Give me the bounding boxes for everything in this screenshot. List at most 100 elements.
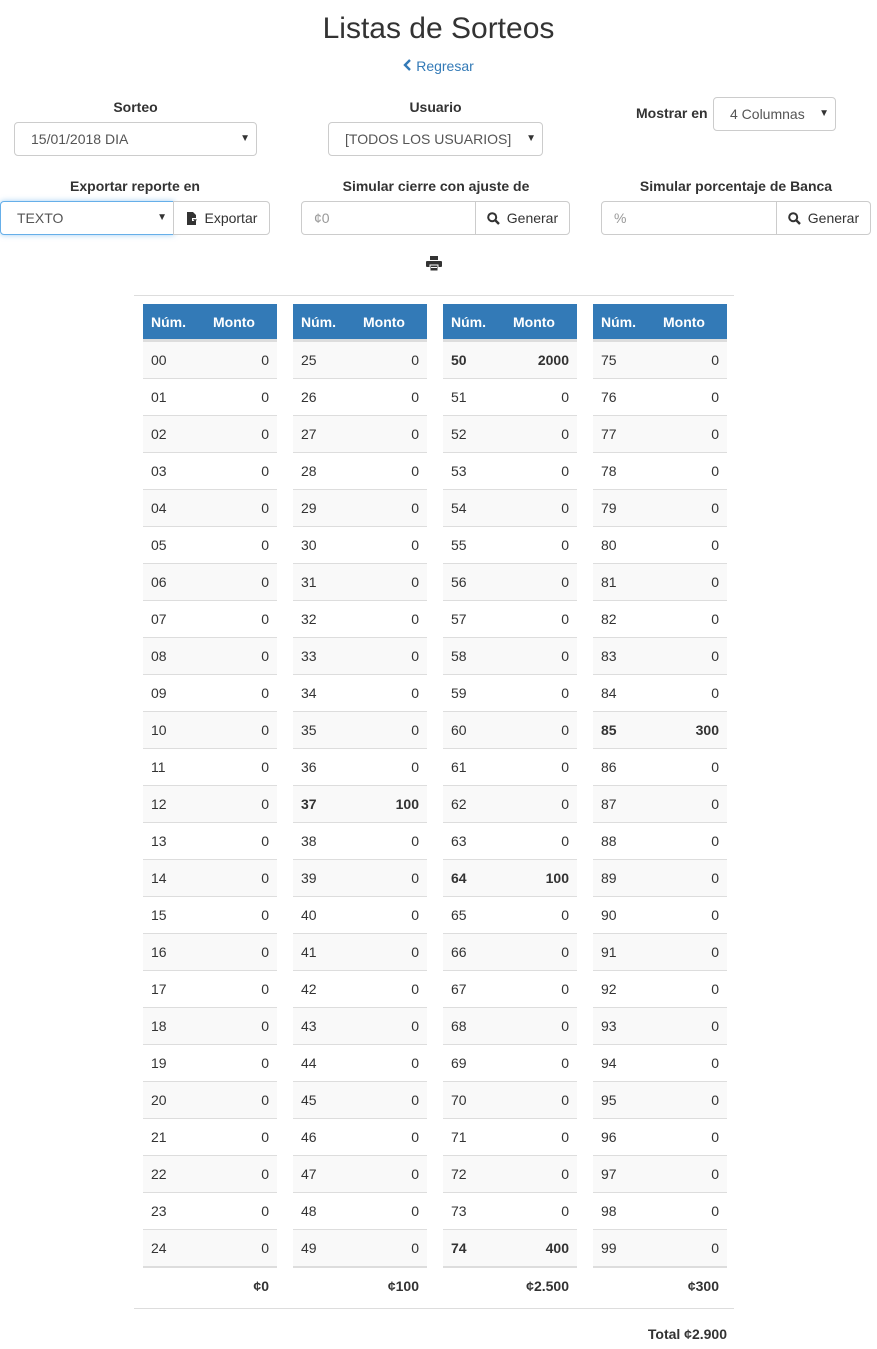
row-monto: 300: [695, 722, 719, 738]
row-monto: 0: [261, 463, 269, 479]
row-num: 93: [601, 1018, 617, 1034]
table-row: 39 0: [293, 859, 427, 896]
row-num: 61: [451, 759, 467, 775]
mostrar-select[interactable]: 4 Columnas ▼: [713, 97, 836, 131]
table-row: 17 0: [143, 970, 277, 1007]
row-num: 87: [601, 796, 617, 812]
row-num: 70: [451, 1092, 467, 1108]
header-num: Núm.: [151, 314, 186, 330]
cierre-generar-button[interactable]: Generar: [475, 201, 570, 235]
row-monto: 0: [561, 1092, 569, 1108]
table-row: 03 0: [143, 452, 277, 489]
caret-down-icon: ▼: [157, 212, 167, 223]
row-num: 02: [151, 426, 167, 442]
table-row: 86 0: [593, 748, 727, 785]
table-row: 82 0: [593, 600, 727, 637]
table-row: 57 0: [443, 600, 577, 637]
table-column: Núm. Monto 75 0 76 0 77 0 78 0 79 0 80 0 81 0 82 0 83 0 84 0 8…: [593, 304, 727, 1303]
column-subtotal-row: ¢300: [593, 1266, 727, 1303]
row-num: 06: [151, 574, 167, 590]
table-row: 24 0: [143, 1229, 277, 1266]
row-monto: 0: [261, 833, 269, 849]
row-monto: 0: [411, 1129, 419, 1145]
table-row: 13 0: [143, 822, 277, 859]
row-num: 09: [151, 685, 167, 701]
table-row: 91 0: [593, 933, 727, 970]
table-row: 40 0: [293, 896, 427, 933]
column-subtotal: ¢300: [687, 1278, 719, 1294]
table-row: 46 0: [293, 1118, 427, 1155]
search-icon: [487, 210, 507, 226]
cierre-input-placeholder: ¢0: [314, 210, 330, 226]
row-num: 49: [301, 1240, 317, 1256]
row-monto: 0: [261, 1166, 269, 1182]
row-num: 50: [451, 352, 467, 368]
row-monto: 0: [411, 537, 419, 553]
printer-icon[interactable]: [426, 256, 442, 274]
column-subtotal: ¢2.500: [526, 1278, 569, 1294]
row-monto: 0: [261, 907, 269, 923]
row-num: 85: [601, 722, 617, 738]
column-subtotal: ¢0: [253, 1278, 269, 1294]
row-num: 58: [451, 648, 467, 664]
table-row: 34 0: [293, 674, 427, 711]
mostrar-label: Mostrar en: [636, 105, 708, 121]
row-num: 39: [301, 870, 317, 886]
row-monto: 0: [411, 1240, 419, 1256]
page-title: Listas de Sorteos: [322, 12, 555, 45]
row-monto: 0: [261, 870, 269, 886]
row-monto: 0: [411, 1203, 419, 1219]
table-row: 97 0: [593, 1155, 727, 1192]
file-export-icon: [186, 210, 205, 226]
row-monto: 0: [711, 981, 719, 997]
row-monto: 0: [711, 1018, 719, 1034]
row-monto: 0: [711, 500, 719, 516]
row-monto: 0: [711, 685, 719, 701]
row-monto: 2000: [537, 352, 569, 368]
row-num: 23: [151, 1203, 167, 1219]
row-num: 05: [151, 537, 167, 553]
row-num: 52: [451, 426, 467, 442]
table-row: 35 0: [293, 711, 427, 748]
table-row: 21 0: [143, 1118, 277, 1155]
row-monto: 0: [561, 685, 569, 701]
banca-generar-button[interactable]: Generar: [776, 201, 871, 235]
exportar-button-label: Exportar: [204, 210, 258, 226]
row-num: 28: [301, 463, 317, 479]
cierre-generar-label: Generar: [506, 210, 559, 226]
row-num: 95: [601, 1092, 617, 1108]
row-num: 22: [151, 1166, 167, 1182]
exportar-button[interactable]: Exportar: [173, 201, 270, 235]
exportar-select[interactable]: TEXTO ▼: [0, 201, 174, 235]
row-num: 60: [451, 722, 467, 738]
usuario-select[interactable]: [TODOS LOS USUARIOS] ▼: [328, 122, 543, 156]
row-monto: 0: [411, 1166, 419, 1182]
header-monto: Monto: [513, 314, 555, 330]
sorteo-select[interactable]: 15/01/2018 DIA ▼: [14, 122, 257, 156]
row-monto: 0: [411, 1055, 419, 1071]
exportar-label: Exportar reporte en: [70, 178, 200, 194]
row-monto: 0: [711, 759, 719, 775]
row-num: 00: [151, 352, 167, 368]
banca-input[interactable]: %: [601, 201, 777, 235]
row-monto: 0: [411, 611, 419, 627]
table-row: 78 0: [593, 452, 727, 489]
header-monto: Monto: [213, 314, 255, 330]
grand-total: Total ¢2.900: [647, 1326, 727, 1342]
row-monto: 0: [561, 796, 569, 812]
row-monto: 0: [411, 907, 419, 923]
table-row: 55 0: [443, 526, 577, 563]
header-monto: Monto: [363, 314, 405, 330]
row-num: 83: [601, 648, 617, 664]
table-row: 31 0: [293, 563, 427, 600]
table-header: Núm. Monto: [593, 304, 727, 341]
row-num: 90: [601, 907, 617, 923]
row-num: 10: [151, 722, 167, 738]
table-row: 53 0: [443, 452, 577, 489]
row-num: 82: [601, 611, 617, 627]
cierre-input[interactable]: ¢0: [301, 201, 476, 235]
table-row: 19 0: [143, 1044, 277, 1081]
back-link[interactable]: Regresar: [0, 58, 877, 74]
table-header: Núm. Monto: [293, 304, 427, 341]
table-row: 48 0: [293, 1192, 427, 1229]
